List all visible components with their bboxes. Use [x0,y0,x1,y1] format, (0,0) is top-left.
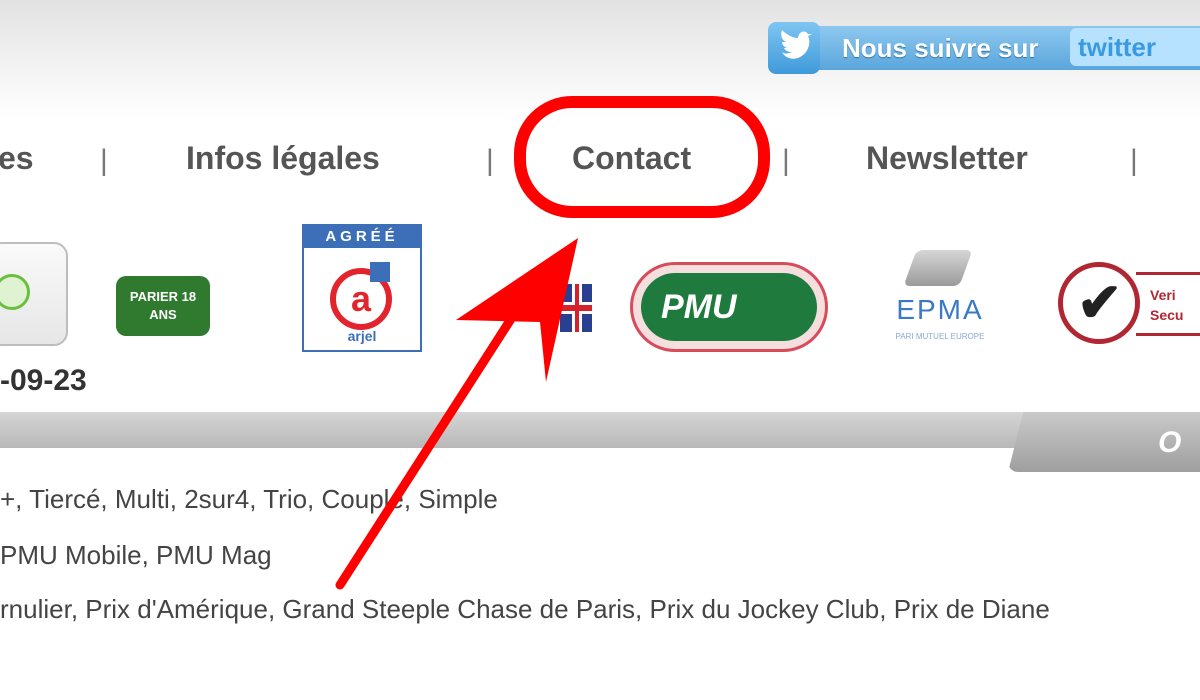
epma-shape-icon [903,250,973,286]
epma-subtitle: PARI MUTUEL EUROPE [895,332,985,341]
arjel-name: arjel [347,328,377,344]
pmu-logo[interactable]: PMU [630,262,828,352]
parier-18-ans-logo[interactable]: PARIER 18 ANS [108,270,220,340]
verified-circle: ✔ [1058,262,1140,344]
nav-separator: | [782,144,790,177]
arjel-agree-label: AGRÉÉ [304,226,420,248]
nav-item-newsletter[interactable]: Newsletter [866,140,1028,177]
nav-item-contact[interactable]: Contact [572,140,691,177]
arjel-square-icon [370,262,390,282]
content-line-mobile: PMU Mobile, PMU Mag [0,540,272,570]
check-icon [0,274,30,310]
uk-flag-icon[interactable] [560,284,592,332]
content-tab-label: O [1158,426,1182,459]
checkmark-icon: ✔ [1077,273,1123,333]
arjel-logo[interactable]: AGRÉÉ a arjel [302,224,422,352]
content-line-bets: +, Tiercé, Multi, 2sur4, Trio, Couplé, S… [0,484,498,514]
twitter-follow-banner[interactable]: Nous suivre sur twitter [768,22,1200,74]
twitter-bird-icon [768,22,820,74]
certified-check-logo[interactable] [0,242,68,346]
epma-logo[interactable]: EPMA PARI MUTUEL EUROPE [870,250,1010,350]
parier-18-ans-label: PARIER 18 ANS [116,276,210,336]
verified-secure-logo[interactable]: Veri Secu ✔ [1058,262,1200,354]
epma-name: EPMA [896,294,984,325]
pmu-logo-text: PMU [641,273,817,341]
nav-separator: | [1130,144,1138,177]
date-fragment: -09-23 [0,364,87,397]
nav-separator: | [100,144,108,177]
verified-secure-label: Veri Secu [1136,272,1200,336]
twitter-logo-text: twitter [1078,32,1156,62]
twitter-logo: twitter [1070,28,1200,66]
content-line-races: rnulier, Prix d'Amérique, Grand Steeple … [0,594,1050,624]
nav-item-infos-legales[interactable]: Infos légales [186,140,380,177]
nav-separator: | [486,144,494,177]
twitter-follow-text: Nous suivre sur [842,33,1039,63]
nav-item-partial[interactable]: es [0,140,34,177]
